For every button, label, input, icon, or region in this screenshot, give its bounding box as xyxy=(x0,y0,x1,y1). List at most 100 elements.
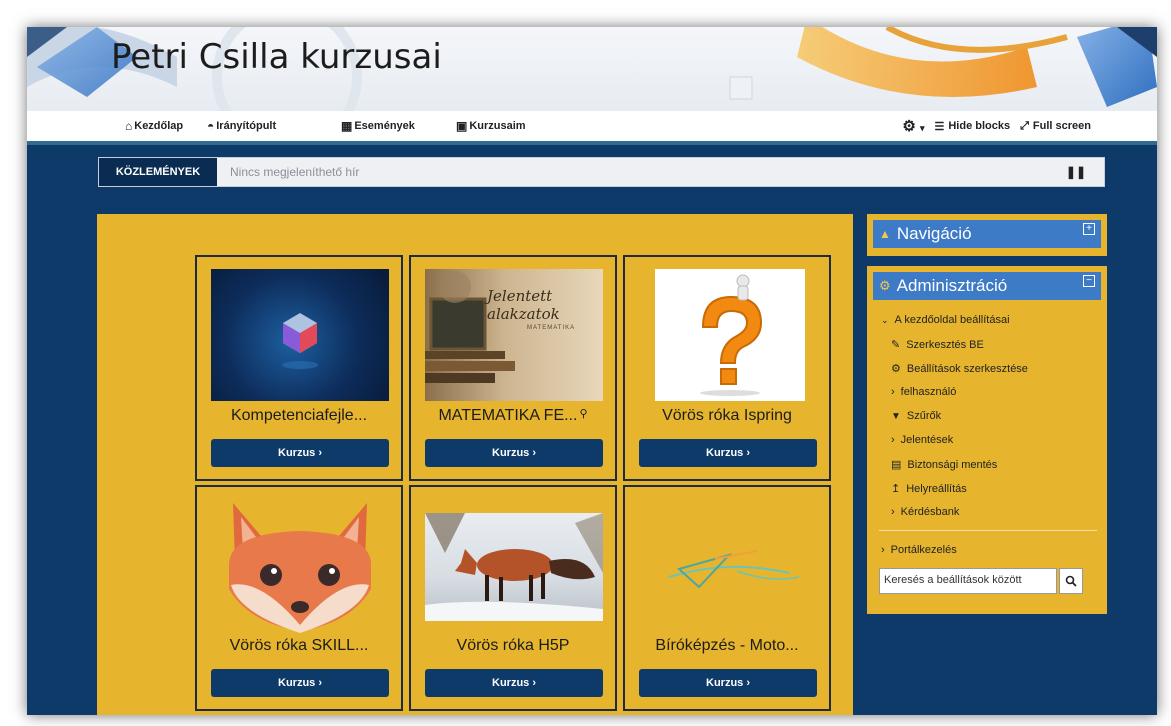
course-button[interactable]: Kurzus › xyxy=(425,439,603,467)
sitemap-icon: ▲ xyxy=(879,227,891,241)
admin-item-label: Szerkesztés BE xyxy=(906,338,984,351)
hide-blocks-button[interactable]: ☰ Hide blocks xyxy=(934,120,1010,133)
top-navbar: ⌂ Kezdőlap ◓ Irányítópult ▦ Események ▣ … xyxy=(27,111,1157,141)
site-title: Petri Csilla kurzusai xyxy=(111,37,442,77)
course-title[interactable]: Vörös róka SKILL... xyxy=(197,637,401,655)
course-card: Bíróképzés - Moto... Kurzus › xyxy=(623,485,831,711)
settings-search-input[interactable]: Keresés a beállítások között xyxy=(879,568,1057,594)
admin-item-label: Jelentések xyxy=(900,434,954,446)
admin-item-label: Biztonsági mentés xyxy=(907,458,998,471)
course-button[interactable]: Kurzus › xyxy=(639,669,817,697)
course-thumbnail[interactable] xyxy=(655,269,805,401)
admin-item-site-administration[interactable]: › Portálkezelés xyxy=(881,544,957,556)
collapse-icon[interactable]: − xyxy=(1083,275,1095,287)
news-text: Nincs megjeleníthető hír xyxy=(230,165,360,179)
navigation-block-header[interactable]: ▲ Navigáció + xyxy=(873,220,1101,248)
course-title[interactable]: Vörös róka Ispring xyxy=(625,407,829,425)
course-thumbnail[interactable] xyxy=(211,493,389,635)
thumbnail-script-text: Jelentett alakzatok xyxy=(487,287,560,323)
course-thumbnail[interactable] xyxy=(211,269,389,401)
gears-icon: ⚙ xyxy=(879,278,891,293)
course-card: Vörös róka SKILL... Kurzus › xyxy=(195,485,403,711)
news-ticker: KÖZLEMÉNYEK Nincs megjeleníthető hír ❚❚ xyxy=(98,157,1105,187)
course-button[interactable]: Kurzus › xyxy=(639,439,817,467)
divider xyxy=(879,530,1097,531)
admin-item-restore[interactable]: ↥ Helyreállítás xyxy=(891,482,967,496)
course-card: Vörös róka H5P Kurzus › xyxy=(409,485,617,711)
chevron-right-icon: › xyxy=(891,434,895,446)
thumbnail-caption: MATEMATIKA xyxy=(527,325,576,331)
course-card: Kompetenciafejle... Kurzus › xyxy=(195,255,403,481)
admin-item-reports[interactable]: › Jelentések xyxy=(891,434,953,446)
chevron-down-icon: ▾ xyxy=(919,123,925,133)
full-screen-button[interactable]: ⤢ Full screen xyxy=(1020,120,1091,133)
nav-right-controls: ⚙ ▾ ☰ Hide blocks ⤢ Full screen xyxy=(902,117,1091,135)
pencil-icon: ✎ xyxy=(891,339,901,351)
course-thumbnail[interactable] xyxy=(639,499,817,631)
admin-item-question-bank[interactable]: › Kérdésbank xyxy=(891,506,959,518)
administration-block: ⚙ Adminisztráció − ⌄ A kezdőoldal beállí… xyxy=(867,266,1107,614)
course-card: Vörös róka Ispring Kurzus › xyxy=(623,255,831,481)
dashboard-icon: ◓ xyxy=(207,119,215,133)
search-icon xyxy=(1065,575,1077,587)
list-icon: ☰ xyxy=(934,120,945,133)
course-area: Kompetenciafejle... Kurzus › Jelentett a… xyxy=(97,214,853,715)
fox-photo xyxy=(425,513,603,621)
calendar-icon: ▦ xyxy=(341,119,353,133)
expand-icon: ⤢ xyxy=(1020,119,1029,132)
navigation-block-title: Navigáció xyxy=(896,224,972,243)
admin-item-label: A kezdőoldal beállításai xyxy=(894,314,1010,326)
expand-icon[interactable]: + xyxy=(1083,223,1095,235)
admin-item-label: Kérdésbank xyxy=(900,506,960,518)
airplane-sketch xyxy=(668,550,800,589)
admin-item-label: Portálkezelés xyxy=(890,544,957,556)
admin-item-frontpage-settings[interactable]: ⌄ A kezdőoldal beállításai xyxy=(881,314,1010,326)
course-button[interactable]: Kurzus › xyxy=(425,669,603,697)
course-title[interactable]: Vörös róka H5P xyxy=(411,637,615,655)
admin-item-backup[interactable]: ▤ Biztonsági mentés xyxy=(891,458,998,472)
course-title-text: MATEMATIKA FE... xyxy=(438,407,578,424)
nav-dashboard-label: Irányítópult xyxy=(216,120,277,132)
admin-item-users[interactable]: › felhasználó xyxy=(891,386,956,398)
news-label: KÖZLEMÉNYEK xyxy=(99,158,217,186)
course-thumbnail[interactable] xyxy=(425,513,603,621)
course-thumbnail[interactable]: Jelentett alakzatok MATEMATIKA xyxy=(425,269,603,401)
course-title[interactable]: Kompetenciafejle... xyxy=(197,407,401,425)
home-icon: ⌂ xyxy=(125,119,133,133)
chevron-right-icon: › xyxy=(881,544,885,556)
course-button[interactable]: Kurzus › xyxy=(211,439,389,467)
search-button[interactable] xyxy=(1059,568,1083,594)
admin-item-filters[interactable]: ▼ Szűrők xyxy=(891,410,941,422)
key-icon: ⚲ xyxy=(579,408,588,420)
nav-dashboard-link[interactable]: ◓ Irányítópult xyxy=(207,119,276,133)
administration-block-title: Adminisztráció xyxy=(896,276,1008,295)
course-button[interactable]: Kurzus › xyxy=(211,669,389,697)
admin-item-edit-settings[interactable]: ⚙ Beállítások szerkesztése xyxy=(891,362,1028,376)
question-mark-image xyxy=(700,274,763,396)
admin-item-label: Beállítások szerkesztése xyxy=(906,362,1028,375)
admin-item-label: Helyreállítás xyxy=(906,482,967,495)
filter-icon: ▼ xyxy=(891,410,901,422)
administration-block-header[interactable]: ⚙ Adminisztráció − xyxy=(873,272,1101,300)
cube-image xyxy=(282,313,318,369)
nav-home-link[interactable]: ⌂ Kezdőlap xyxy=(125,119,183,133)
divider xyxy=(27,141,1157,145)
nav-events-link[interactable]: ▦ Események xyxy=(341,119,415,133)
pause-button[interactable]: ❚❚ xyxy=(1066,165,1086,179)
gear-menu-button[interactable]: ⚙ ▾ xyxy=(902,117,924,135)
nav-home-label: Kezdőlap xyxy=(134,120,184,132)
navigation-block: ▲ Navigáció + xyxy=(867,214,1107,256)
chevron-right-icon: › xyxy=(891,386,895,398)
admin-item-label: felhasználó xyxy=(900,386,957,398)
chevron-right-icon: › xyxy=(891,506,895,518)
course-title[interactable]: Bíróképzés - Moto... xyxy=(625,637,829,655)
restore-icon: ↥ xyxy=(891,483,901,495)
gear-icon: ⚙ xyxy=(891,363,901,375)
admin-item-label: Szűrők xyxy=(906,410,942,422)
nav-events-label: Események xyxy=(354,120,415,132)
course-card: Jelentett alakzatok MATEMATIKA MATEMATIK… xyxy=(409,255,617,481)
course-title[interactable]: MATEMATIKA FE... ⚲ xyxy=(411,407,615,425)
backup-icon: ▤ xyxy=(891,459,902,471)
nav-mycourses-link[interactable]: ▣ Kurzusaim xyxy=(456,119,526,133)
admin-item-edit-on[interactable]: ✎ Szerkesztés BE xyxy=(891,338,984,352)
